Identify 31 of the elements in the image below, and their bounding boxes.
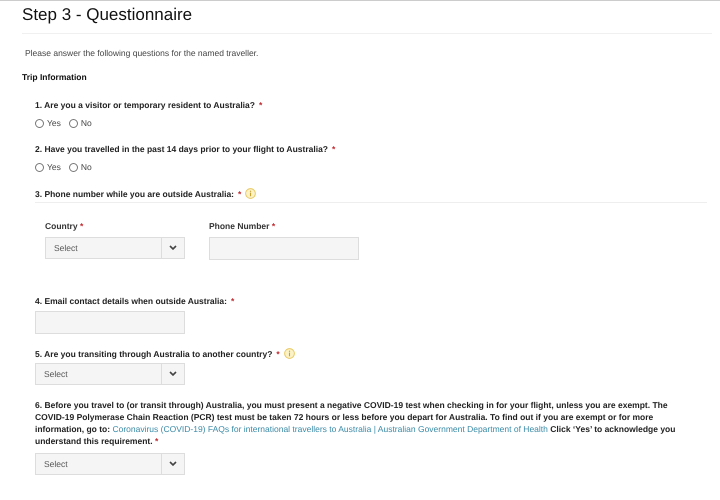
- page-title: Step 3 - Questionnaire: [22, 5, 712, 34]
- required-mark: *: [332, 144, 336, 154]
- question-label: 4. Email contact details when outside Australia:: [35, 296, 227, 306]
- chevron-icon: [169, 245, 177, 251]
- email-input[interactable]: [35, 311, 185, 334]
- required-mark: *: [258, 100, 262, 110]
- required-mark: *: [238, 188, 242, 198]
- radio-option[interactable]: No: [68, 162, 92, 172]
- radio-option[interactable]: No: [68, 118, 92, 128]
- required-mark: *: [230, 296, 234, 306]
- select-dropdown[interactable]: Select: [35, 453, 185, 475]
- phone-input[interactable]: [209, 237, 359, 260]
- question-text: 6. Before you travel to (or transit through) Australia, you must present a negative COVID-19 test when checking in for your flight, unless you are exempt. The COVID-19 Polymerase Chain Reaction (PCR) test must be taken 72 hours or less before you depart for Australia. To find out if you are exempt or for more information, go to: Coronavirus (COVID-19) FAQs for international travellers to Australia | Australian Government Department of Health Click ‘Yes’ to acknowledge you understand this requirement. *: [35, 399, 676, 447]
- select-dropdown[interactable]: Select: [35, 363, 185, 385]
- radio-option[interactable]: Yes: [35, 118, 61, 128]
- chevron-icon: [169, 371, 177, 377]
- country-select[interactable]: Select: [45, 237, 185, 259]
- question-label: 1. Are you a visitor or temporary resident to Australia?: [35, 100, 255, 110]
- required-mark: *: [80, 221, 84, 231]
- required-mark: *: [276, 348, 280, 358]
- question-label: 5. Are you transiting through Australia to another country?: [35, 348, 272, 358]
- required-mark: *: [272, 221, 276, 231]
- question-label: 2. Have you travelled in the past 14 days prior to your flight to Australia?: [35, 144, 328, 154]
- health-link[interactable]: Coronavirus (COVID-19) FAQs for international travellers to Australia | Australian Government Department of Health: [112, 424, 548, 434]
- field-label: Country: [45, 221, 78, 231]
- field-label: Phone Number: [209, 221, 270, 231]
- intro-text: Please answer the following questions for the named traveller.: [25, 48, 260, 58]
- section-heading: Trip Information: [22, 72, 88, 82]
- radio-option[interactable]: Yes: [35, 162, 61, 172]
- question-label: 3. Phone number while you are outside Australia:: [35, 188, 234, 198]
- chevron-icon: [169, 461, 177, 467]
